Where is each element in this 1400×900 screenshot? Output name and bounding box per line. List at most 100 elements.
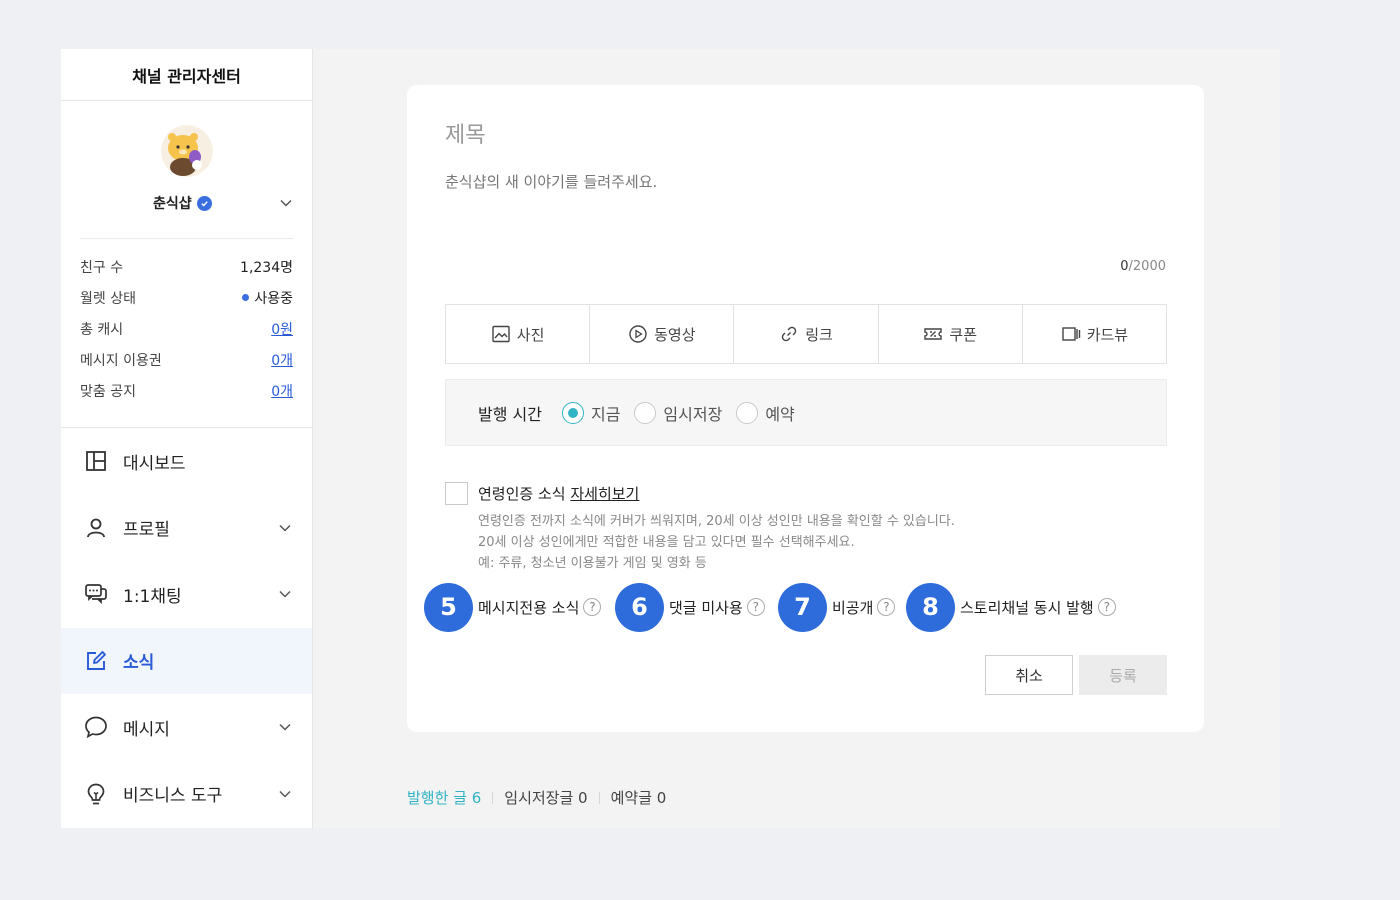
stat-wallet: 월렛 상태 사용중 xyxy=(80,282,293,313)
char-count-current: 0 xyxy=(1120,259,1129,274)
option-label: 스토리채널 동시 발행 xyxy=(960,598,1094,617)
cardview-icon xyxy=(1062,327,1080,341)
age-verification-title: 연령인증 소식 자세히보기 xyxy=(478,483,639,504)
sidebar-item-label: 1:1채팅 xyxy=(123,586,182,607)
channel-name-row: 춘식샵 xyxy=(153,193,212,213)
option-label: 비공개 xyxy=(832,598,874,617)
age-verification-checkbox[interactable] xyxy=(445,482,468,505)
attach-label: 카드뷰 xyxy=(1086,325,1129,344)
sidebar-title: 채널 관리자센터 xyxy=(61,49,312,101)
publish-draft-radio[interactable]: 임시저장 xyxy=(634,401,722,425)
help-icon[interactable]: ? xyxy=(1097,598,1116,616)
body-textarea[interactable]: 춘식샵의 새 이야기를 들려주세요. xyxy=(445,171,657,192)
attach-coupon-button[interactable]: 쿠폰 xyxy=(879,305,1023,363)
cancel-button[interactable]: 취소 xyxy=(985,655,1073,695)
stat-value-link[interactable]: 0개 xyxy=(271,350,293,370)
submit-button[interactable]: 등록 xyxy=(1079,655,1167,695)
attach-photo-button[interactable]: 사진 xyxy=(446,305,591,363)
publish-schedule-radio[interactable]: 예약 xyxy=(736,401,795,425)
attach-video-button[interactable]: 동영상 xyxy=(590,305,735,363)
stat-value-link[interactable]: 0개 xyxy=(271,381,293,401)
image-icon xyxy=(492,325,510,343)
help-icon[interactable]: ? xyxy=(877,598,896,616)
help-icon[interactable]: ? xyxy=(583,598,602,616)
stat-label: 메시지 이용권 xyxy=(80,352,162,369)
publish-time-label: 발행 시간 xyxy=(478,404,542,424)
chevron-down-icon xyxy=(279,590,291,598)
tab-scheduled[interactable]: 예약글 0 xyxy=(611,787,667,808)
details-link[interactable]: 자세히보기 xyxy=(570,485,639,503)
stat-cash: 총 캐시 0원 xyxy=(80,313,293,344)
channel-stats: 친구 수 1,234명 월렛 상태 사용중 총 캐시 0원 메시지 이용권 0개… xyxy=(80,238,293,427)
stat-value-link[interactable]: 0원 xyxy=(271,319,293,339)
sidebar-item-chat[interactable]: 1:1채팅 xyxy=(61,561,312,628)
user-icon xyxy=(83,515,109,541)
play-icon xyxy=(629,325,647,343)
attach-label: 동영상 xyxy=(654,325,696,344)
chevron-down-icon[interactable] xyxy=(279,196,293,210)
radio-label: 지금 xyxy=(590,404,621,424)
chevron-down-icon xyxy=(279,790,291,798)
stat-label: 총 캐시 xyxy=(80,321,124,338)
option-story-channel[interactable]: 8 스토리채널 동시 발행 ? xyxy=(906,582,1116,632)
channel-profile[interactable]: 춘식샵 xyxy=(61,101,312,238)
attach-link-button[interactable]: 링크 xyxy=(734,305,879,363)
attach-label: 링크 xyxy=(805,325,833,344)
sidebar-item-business-tools[interactable]: 비즈니스 도구 xyxy=(61,761,312,828)
option-private[interactable]: 7 비공개 ? xyxy=(778,582,896,632)
step-badge: 5 xyxy=(424,582,473,632)
avatar xyxy=(161,125,213,177)
chat-icon xyxy=(83,581,109,607)
step-badge: 6 xyxy=(615,582,664,632)
option-label: 댓글 미사용 xyxy=(669,598,743,617)
coupon-icon xyxy=(924,328,943,340)
radio-icon xyxy=(634,401,657,424)
tab-divider xyxy=(598,791,600,804)
char-count-max: /2000 xyxy=(1128,259,1166,274)
sidebar-item-label: 대시보드 xyxy=(123,453,186,474)
verified-icon xyxy=(196,195,212,211)
tab-drafts[interactable]: 임시저장글 0 xyxy=(504,787,587,808)
sidebar-item-message[interactable]: 메시지 xyxy=(61,694,312,761)
option-message-only[interactable]: 5 메시지전용 소식 ? xyxy=(424,582,602,632)
step-badge: 7 xyxy=(778,582,827,632)
link-icon xyxy=(781,326,797,342)
radio-icon xyxy=(736,401,759,424)
sidebar: 채널 관리자센터 춘식샵 친구 수 1,234명 월렛 상태 사용중 총 캐시 … xyxy=(61,49,313,828)
channel-name: 춘식샵 xyxy=(153,196,192,212)
wallet-status: 사용중 xyxy=(242,288,293,308)
sidebar-item-label: 비즈니스 도구 xyxy=(123,786,223,807)
sidebar-item-profile[interactable]: 프로필 xyxy=(61,495,312,562)
tab-divider xyxy=(492,791,494,804)
attachment-toolbar: 사진 동영상 링크 쿠폰 카드뷰 xyxy=(445,304,1167,364)
stat-value: 사용중 xyxy=(254,290,293,307)
publish-now-radio[interactable]: 지금 xyxy=(561,401,621,425)
desc-line: 예: 주류, 청소년 이용불가 게임 및 영화 등 xyxy=(478,556,707,571)
desc-line: 20세 이상 성인에게만 적합한 내용을 담고 있다면 필수 선택해주세요. xyxy=(478,535,855,550)
tab-published[interactable]: 발행한 글 6 xyxy=(407,787,481,808)
chevron-down-icon xyxy=(279,524,291,532)
stat-custom-notice: 맞춤 공지 0개 xyxy=(80,375,293,406)
help-icon[interactable]: ? xyxy=(746,598,765,616)
stat-label: 맞춤 공지 xyxy=(80,383,136,400)
edit-icon xyxy=(83,648,109,674)
attach-label: 쿠폰 xyxy=(949,325,978,344)
sidebar-item-news[interactable]: 소식 xyxy=(61,627,312,694)
age-title-text: 연령인증 소식 xyxy=(478,485,566,503)
radio-label: 임시저장 xyxy=(663,404,723,424)
attach-cardview-button[interactable]: 카드뷰 xyxy=(1023,305,1166,363)
title-input[interactable]: 제목 xyxy=(445,117,485,149)
age-verification-description: 연령인증 전까지 소식에 커버가 씌워지며, 20세 이상 성인만 내용을 확인… xyxy=(478,511,955,574)
step-badge: 8 xyxy=(906,582,955,632)
chevron-down-icon xyxy=(279,723,291,731)
desc-line: 연령인증 전까지 소식에 커버가 씌워지며, 20세 이상 성인만 내용을 확인… xyxy=(478,514,955,529)
option-label: 메시지전용 소식 xyxy=(478,598,580,617)
status-dot-icon xyxy=(242,294,250,301)
publish-time-section: 발행 시간 지금 임시저장 예약 xyxy=(445,379,1167,446)
sidebar-item-dashboard[interactable]: 대시보드 xyxy=(61,428,312,495)
sidebar-item-label: 소식 xyxy=(123,653,155,674)
sidebar-item-label: 메시지 xyxy=(123,719,170,740)
app-frame: 채널 관리자센터 춘식샵 친구 수 1,234명 월렛 상태 사용중 총 캐시 … xyxy=(61,49,1280,828)
stat-label: 월렛 상태 xyxy=(80,290,136,307)
option-disable-comments[interactable]: 6 댓글 미사용 ? xyxy=(615,582,765,632)
